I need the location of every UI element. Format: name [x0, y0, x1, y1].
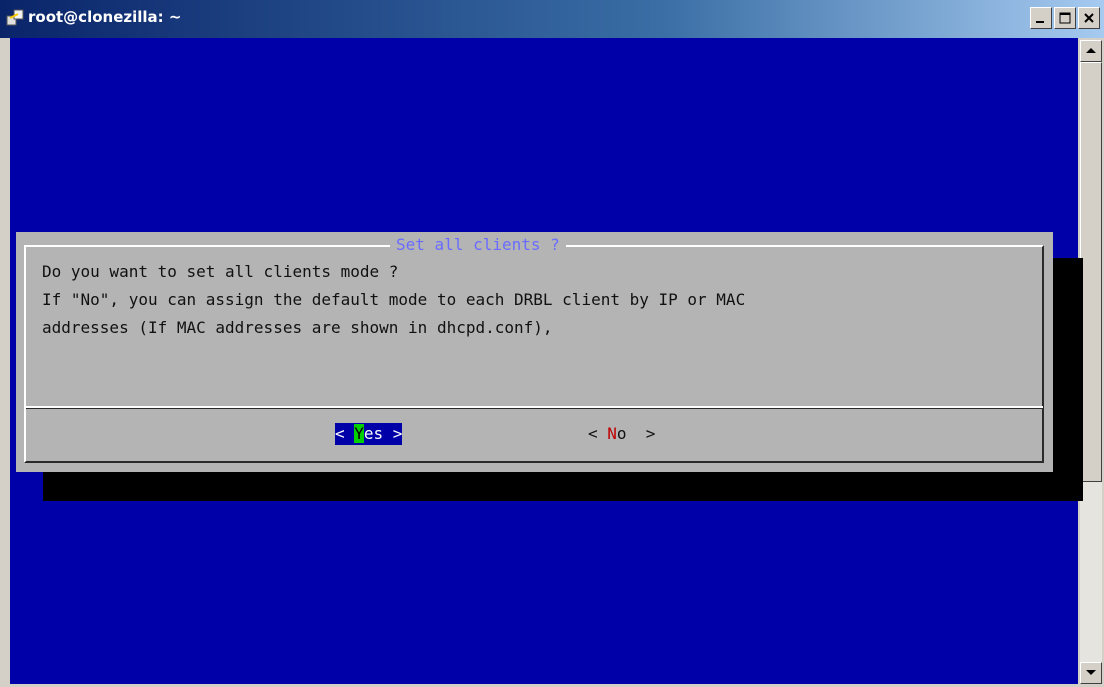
- dialog-message-line-2: If "No", you can assign the default mode…: [42, 290, 746, 309]
- window-titlebar[interactable]: root@clonezilla: ~: [0, 0, 1104, 38]
- window-controls: [1030, 7, 1100, 29]
- maximize-button[interactable]: [1054, 7, 1076, 29]
- minimize-button[interactable]: [1030, 7, 1052, 29]
- yes-button[interactable]: < Yes >: [335, 423, 403, 445]
- close-button[interactable]: [1078, 7, 1100, 29]
- yes-button-hotkey: Y: [354, 424, 364, 443]
- dialog-message-line-3: addresses (If MAC addresses are shown in…: [42, 318, 553, 337]
- scrollbar-thumb[interactable]: [1080, 62, 1102, 482]
- minimize-icon: [1036, 21, 1044, 23]
- scroll-up-button[interactable]: [1080, 40, 1102, 62]
- no-button-left: <: [588, 424, 608, 443]
- vertical-scrollbar[interactable]: [1080, 40, 1102, 684]
- yes-button-rest: es >: [363, 424, 403, 443]
- no-button-hotkey: N: [607, 424, 617, 443]
- putty-icon: [6, 9, 24, 27]
- scroll-down-button[interactable]: [1080, 662, 1102, 684]
- no-button-rest: o >: [616, 424, 656, 443]
- dialog-message-line-1: Do you want to set all clients mode ?: [42, 262, 399, 281]
- arrow-up-icon: [1086, 48, 1096, 53]
- yes-button-left: <: [335, 424, 355, 443]
- close-icon: [1084, 13, 1094, 23]
- dialog-divider: [26, 406, 1043, 409]
- arrow-down-icon: [1086, 670, 1096, 675]
- maximize-icon: [1059, 12, 1071, 24]
- dialog-title: Set all clients ?: [390, 235, 566, 254]
- window-title: root@clonezilla: ~: [28, 8, 182, 26]
- no-button[interactable]: < No >: [588, 423, 655, 445]
